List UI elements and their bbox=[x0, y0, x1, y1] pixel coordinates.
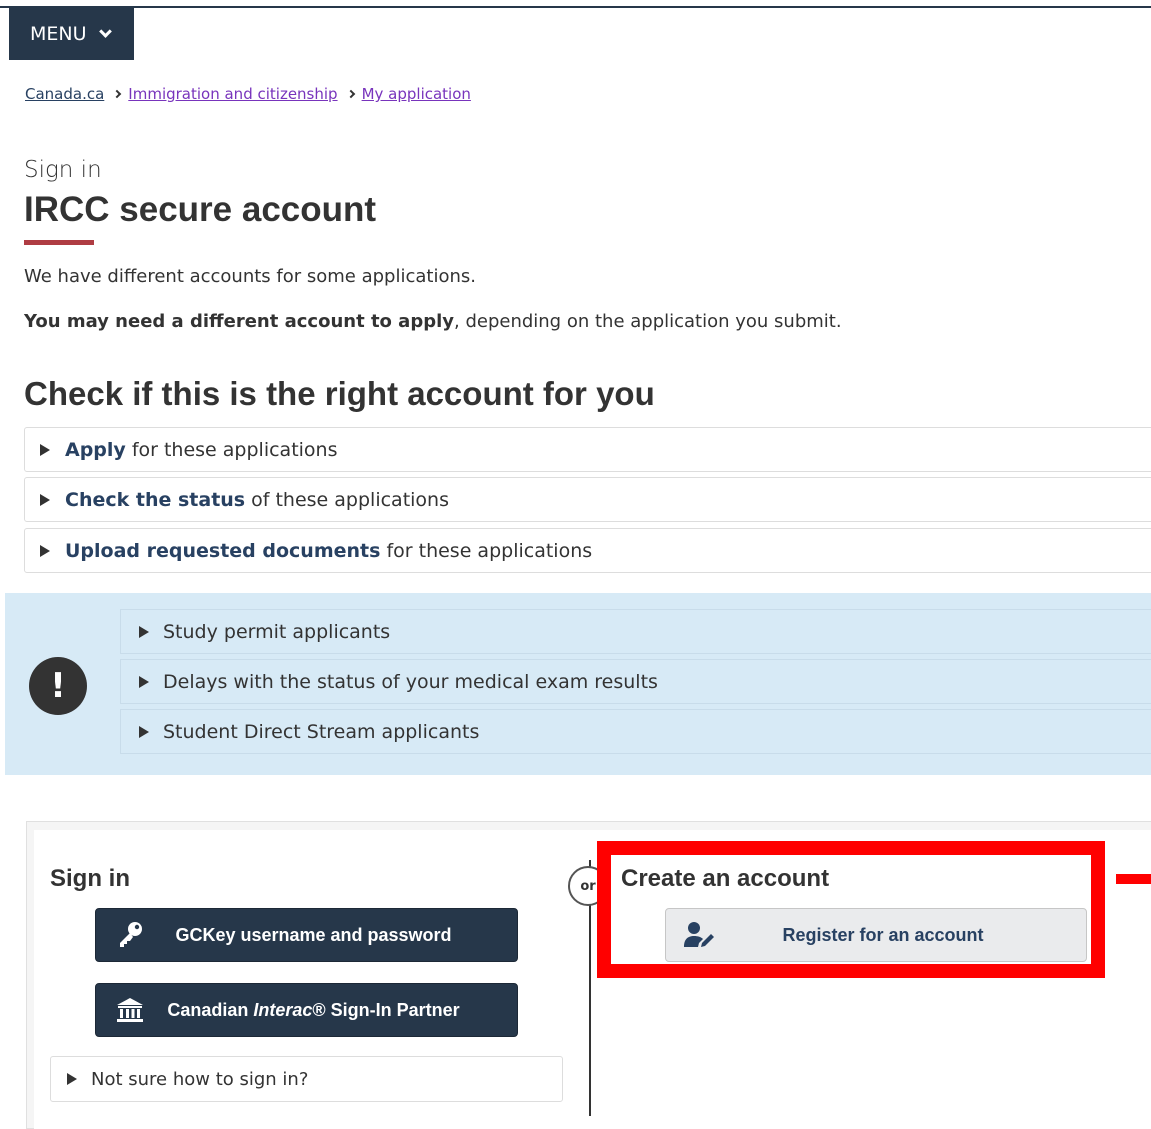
triangle-right-icon bbox=[40, 544, 50, 557]
triangle-right-icon bbox=[139, 725, 149, 738]
signin-heading: Sign in bbox=[50, 865, 130, 892]
top-rule bbox=[0, 6, 1151, 8]
exclamation-icon: ! bbox=[29, 657, 87, 715]
menu-label: MENU bbox=[30, 23, 87, 45]
details-upload[interactable]: Upload requested documents for these app… bbox=[24, 528, 1151, 573]
interac-button[interactable]: Canadian Interac® Sign-In Partner bbox=[95, 983, 518, 1037]
triangle-right-icon bbox=[40, 493, 50, 506]
page-title: IRCC secure account bbox=[24, 190, 377, 229]
details-bold: Check the status bbox=[65, 488, 246, 511]
menu-button[interactable]: MENU bbox=[9, 8, 134, 60]
interac-label-post: ® Sign-In Partner bbox=[312, 999, 460, 1020]
interac-label-pre: Canadian bbox=[167, 999, 254, 1020]
triangle-right-icon bbox=[40, 443, 50, 456]
gckey-label: GCKey username and password bbox=[175, 924, 452, 945]
bank-icon bbox=[110, 997, 150, 1023]
triangle-right-icon bbox=[139, 625, 149, 638]
details-bold: Upload requested documents bbox=[65, 539, 381, 562]
intro-text: We have different accounts for some appl… bbox=[24, 266, 476, 287]
account-note-bold: You may need a different account to appl… bbox=[24, 311, 454, 332]
alert-item-label: Study permit applicants bbox=[163, 620, 391, 643]
breadcrumb-immigration[interactable]: Immigration and citizenship bbox=[128, 85, 337, 103]
details-rest: for these applications bbox=[386, 539, 593, 562]
not-sure-label: Not sure how to sign in? bbox=[91, 1068, 309, 1090]
key-icon bbox=[110, 920, 150, 950]
chevron-right-icon bbox=[113, 89, 122, 99]
interac-label-em: Interac bbox=[253, 999, 313, 1020]
details-check-status[interactable]: Check the status of these applications bbox=[24, 477, 1151, 522]
gckey-button[interactable]: GCKey username and password bbox=[95, 908, 518, 962]
highlight-arrow bbox=[1116, 874, 1151, 884]
interac-label: Canadian Interac® Sign-In Partner bbox=[150, 1000, 517, 1021]
alert-item-label: Student Direct Stream applicants bbox=[163, 720, 480, 743]
alert-item-sds[interactable]: Student Direct Stream applicants bbox=[120, 709, 1151, 754]
breadcrumb: Canada.ca Immigration and citizenship My… bbox=[25, 85, 471, 103]
account-note-rest: , depending on the application you submi… bbox=[454, 311, 842, 332]
alert-item-label: Delays with the status of your medical e… bbox=[163, 670, 658, 693]
details-bold: Apply bbox=[65, 438, 126, 461]
details-rest: for these applications bbox=[131, 438, 338, 461]
breadcrumb-my-application[interactable]: My application bbox=[362, 85, 471, 103]
title-underline bbox=[24, 240, 94, 245]
details-apply[interactable]: Apply for these applications bbox=[24, 427, 1151, 472]
triangle-right-icon bbox=[139, 675, 149, 688]
chevron-right-icon bbox=[346, 89, 355, 99]
page-kicker: Sign in bbox=[24, 157, 102, 183]
breadcrumb-canada[interactable]: Canada.ca bbox=[25, 85, 104, 103]
not-sure-details[interactable]: Not sure how to sign in? bbox=[50, 1056, 563, 1102]
account-note: You may need a different account to appl… bbox=[24, 311, 842, 332]
chevron-down-icon bbox=[98, 24, 112, 38]
details-rest: of these applications bbox=[251, 488, 449, 511]
section-title: Check if this is the right account for y… bbox=[24, 375, 655, 412]
alert-item-medical-delays[interactable]: Delays with the status of your medical e… bbox=[120, 659, 1151, 704]
alert-item-study-permit[interactable]: Study permit applicants bbox=[120, 609, 1151, 654]
highlight-box bbox=[597, 841, 1105, 978]
triangle-right-icon bbox=[67, 1073, 77, 1085]
